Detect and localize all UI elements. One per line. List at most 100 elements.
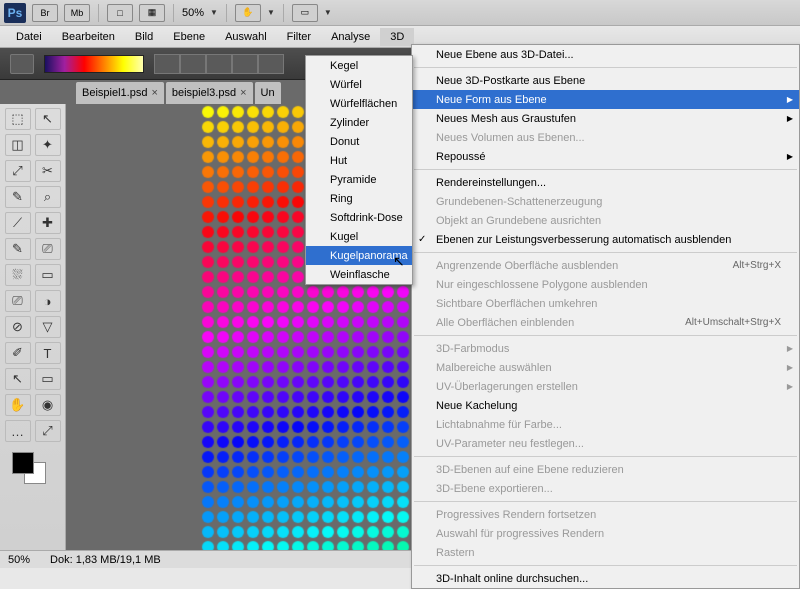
tool-button[interactable]: ⊘ [5, 316, 31, 338]
tool-button[interactable]: ▽ [35, 316, 61, 338]
menu-datei[interactable]: Datei [6, 28, 52, 46]
tool-button[interactable]: ↖ [35, 108, 61, 130]
menu-analyse[interactable]: Analyse [321, 28, 380, 46]
current-tool-icon[interactable] [10, 54, 34, 74]
menu-item[interactable]: Pyramide [306, 170, 412, 189]
minibridge-button[interactable]: Mb [64, 4, 90, 22]
zoom-level[interactable]: 50% [182, 7, 204, 19]
gradient-diamond[interactable] [258, 54, 284, 74]
tool-button[interactable]: ✚ [35, 212, 61, 234]
menu-item-label: Auswahl für progressives Rendern [436, 528, 604, 540]
menu-item[interactable]: Neue Form aus Ebene▶ [412, 90, 799, 109]
tool-button[interactable]: ◉ [35, 394, 61, 416]
close-icon[interactable]: × [151, 87, 157, 99]
chevron-right-icon: ▶ [787, 344, 793, 353]
menu-item[interactable]: 3D-Inhalt online durchsuchen... [412, 569, 799, 588]
tool-button[interactable]: ↖ [5, 368, 31, 390]
tool-button[interactable]: ▭ [35, 264, 61, 286]
gradient-reflected[interactable] [232, 54, 258, 74]
menu-item-label: 3D-Farbmodus [436, 343, 509, 355]
tab-beispiel3[interactable]: beispiel3.psd× [166, 82, 253, 104]
menu-bearbeiten[interactable]: Bearbeiten [52, 28, 125, 46]
menu-ebene[interactable]: Ebene [163, 28, 215, 46]
menu-3d[interactable]: 3D [380, 28, 414, 46]
arrange-button[interactable]: ▦ [139, 4, 165, 22]
menu-item[interactable]: Weinflasche [306, 265, 412, 284]
tool-button[interactable]: ✐ [5, 342, 31, 364]
view-extras-button[interactable]: □ [107, 4, 133, 22]
menu-item-label: Neue Ebene aus 3D-Datei... [436, 49, 574, 61]
tool-button[interactable]: ✋ [5, 394, 31, 416]
menu-item-label: Neue Form aus Ebene [436, 94, 547, 106]
menu-item: 3D-Farbmodus ▶ [412, 339, 799, 358]
tool-button[interactable]: ⎚ [35, 238, 61, 260]
menu-3d-dropdown: Neue Ebene aus 3D-Datei... Neue 3D-Postka… [411, 44, 800, 589]
menu-item[interactable]: Neues Mesh aus Graustufen▶ [412, 109, 799, 128]
menu-item[interactable]: Rendereinstellungen... [412, 173, 799, 192]
tool-button[interactable]: ▭ [35, 368, 61, 390]
menu-item[interactable]: Ring [306, 189, 412, 208]
chevron-down-icon[interactable]: ▼ [210, 8, 218, 17]
tab-beispiel1[interactable]: Beispiel1.psd× [76, 82, 164, 104]
menu-item[interactable]: Würfel [306, 75, 412, 94]
chevron-down-icon[interactable]: ▼ [267, 8, 275, 17]
menu-item[interactable]: Kugelpanorama [306, 246, 412, 265]
tool-button[interactable]: ⤢ [5, 160, 31, 182]
gradient-radial[interactable] [180, 54, 206, 74]
hand-button[interactable]: ✋ [235, 4, 261, 22]
menu-auswahl[interactable]: Auswahl [215, 28, 277, 46]
tool-button[interactable]: ◑ [35, 290, 61, 312]
menu-item: Sichtbare Oberflächen umkehren [412, 294, 799, 313]
tool-button[interactable]: ⤢ [35, 420, 61, 442]
gradient-preview[interactable] [44, 55, 144, 73]
menu-item[interactable]: Donut [306, 132, 412, 151]
menu-item[interactable]: Softdrink-Dose [306, 208, 412, 227]
tool-button[interactable]: ✦ [35, 134, 61, 156]
menu-item: Neues Volumen aus Ebenen... [412, 128, 799, 147]
gradient-linear[interactable] [154, 54, 180, 74]
menu-item[interactable]: Neue 3D-Postkarte aus Ebene [412, 71, 799, 90]
menu-item-label: Neue Kachelung [436, 400, 517, 412]
tab-unbenannt[interactable]: Un [255, 82, 281, 104]
menu-item-label: Repoussé [436, 151, 486, 163]
tool-button[interactable]: ⛆ [5, 264, 31, 286]
tool-button[interactable]: ◫ [5, 134, 31, 156]
menu-item[interactable]: Zylinder [306, 113, 412, 132]
fg-swatch[interactable] [12, 452, 34, 474]
gradient-types [154, 54, 284, 74]
menu-item-label: Pyramide [330, 174, 376, 186]
menu-item[interactable]: Kugel [306, 227, 412, 246]
menu-bild[interactable]: Bild [125, 28, 163, 46]
close-icon[interactable]: × [240, 87, 246, 99]
menu-item[interactable]: Hut [306, 151, 412, 170]
color-swatches[interactable] [4, 452, 61, 486]
menu-item: Nur eingeschlossene Polygone ausblenden [412, 275, 799, 294]
toolbox: ⬚↖◫✦⤢✂✎⌕⟋✚✎⎚⛆▭⎚◑⊘▽✐T↖▭✋◉…⤢ [0, 104, 66, 550]
tool-button[interactable]: ⎚ [5, 290, 31, 312]
menu-item[interactable]: ✓Ebenen zur Leistungsverbesserung automa… [412, 230, 799, 249]
tool-button[interactable]: ⌕ [35, 186, 61, 208]
gradient-angle[interactable] [206, 54, 232, 74]
tool-button[interactable]: T [35, 342, 61, 364]
tool-button[interactable]: ✎ [5, 186, 31, 208]
tool-button[interactable]: ✂ [35, 160, 61, 182]
tool-button[interactable]: ✎ [5, 238, 31, 260]
menu-filter[interactable]: Filter [277, 28, 321, 46]
menu-item[interactable]: Neue Kachelung [412, 396, 799, 415]
menu-item-label: Würfel [330, 79, 362, 91]
menu-item: 3D-Ebene exportieren... [412, 479, 799, 498]
menu-item[interactable]: Repoussé▶ [412, 147, 799, 166]
tool-button[interactable]: ⟋ [5, 212, 31, 234]
menu-item-label: 3D-Ebene exportieren... [436, 483, 553, 495]
screen-mode-button[interactable]: ▭ [292, 4, 318, 22]
tool-button[interactable]: … [5, 420, 31, 442]
status-zoom[interactable]: 50% [8, 554, 30, 566]
tool-button[interactable]: ⬚ [5, 108, 31, 130]
menu-item[interactable]: Würfelflächen [306, 94, 412, 113]
menu-item-label: Zylinder [330, 117, 369, 129]
menu-item[interactable]: Neue Ebene aus 3D-Datei... [412, 45, 799, 64]
tab-label: Un [261, 87, 275, 99]
chevron-down-icon[interactable]: ▼ [324, 8, 332, 17]
menu-item[interactable]: Kegel [306, 56, 412, 75]
bridge-button[interactable]: Br [32, 4, 58, 22]
